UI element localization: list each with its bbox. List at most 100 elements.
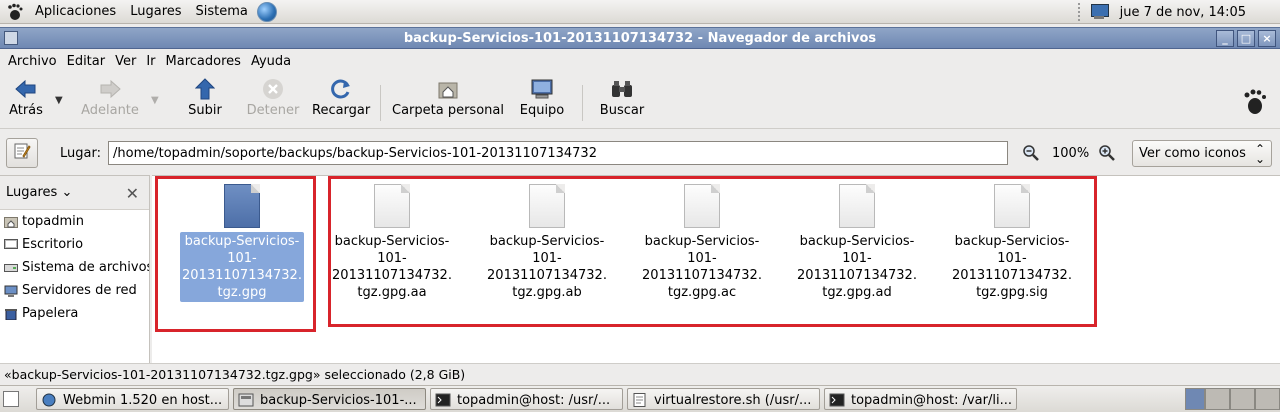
window-menu-icon[interactable]: [4, 31, 18, 45]
bottom-panel: Webmin 1.520 en host... backup-Servicios…: [0, 385, 1280, 412]
zoom-in-icon[interactable]: [1098, 144, 1116, 162]
view-mode-select[interactable]: Ver como iconos ⌃ ⌄: [1132, 140, 1272, 167]
sidebar-item-sistema-de-archivos[interactable]: Sistema de archivos: [0, 256, 149, 279]
up-label: Subir: [188, 103, 222, 118]
workspace-3[interactable]: [1230, 388, 1255, 410]
window-titlebar[interactable]: backup-Servicios-101-20131107134732 - Na…: [0, 27, 1280, 49]
menu-ir[interactable]: Ir: [142, 54, 159, 69]
taskbar-item[interactable]: topadmin@host: /var/li...: [824, 388, 1017, 410]
search-button[interactable]: Buscar: [598, 77, 646, 125]
reload-button[interactable]: Recargar: [312, 77, 370, 125]
toolbar-separator: [582, 85, 583, 121]
up-button[interactable]: Subir: [186, 77, 224, 125]
taskbar-item-label: virtualrestore.sh (/usr/...: [654, 392, 812, 408]
workspace-4[interactable]: [1255, 388, 1280, 410]
toolbar-separator: [380, 85, 381, 121]
sidebar-item-label: Papelera: [22, 306, 79, 321]
binoculars-icon: [598, 77, 646, 101]
home-folder-label: Carpeta personal: [392, 103, 504, 118]
sidebar-item-servidores-de-red[interactable]: Servidores de red: [0, 279, 149, 302]
zoom-out-icon[interactable]: [1022, 144, 1040, 162]
arrow-up-icon: [186, 77, 224, 101]
home-folder-button[interactable]: Carpeta personal: [392, 77, 504, 125]
network-status-icon[interactable]: [1088, 3, 1110, 21]
file-icon-view[interactable]: backup-Servicios- 101- 20131107134732. tgz.…: [152, 175, 1280, 363]
reload-label: Recargar: [312, 103, 371, 118]
back-button[interactable]: Atrás: [6, 77, 46, 125]
terminal-icon: [829, 393, 845, 407]
forward-button[interactable]: Adelante: [78, 77, 142, 125]
location-label: Lugar:: [60, 146, 101, 161]
computer-icon: [518, 77, 566, 101]
taskbar-item-label: backup-Servicios-101-...: [260, 392, 417, 408]
network-icon: [4, 285, 18, 297]
taskbar-item-label: topadmin@host: /var/li...: [851, 392, 1012, 408]
home-folder-icon: [392, 77, 504, 101]
menu-lugares[interactable]: Lugares: [123, 4, 188, 19]
harddisk-icon: [4, 262, 18, 274]
view-mode-value: Ver como iconos: [1139, 146, 1246, 161]
taskbar-item[interactable]: backup-Servicios-101-...: [233, 388, 426, 410]
back-label: Atrás: [9, 103, 43, 118]
sidebar-header: Lugares ⌄ ✕: [0, 176, 149, 210]
sidebar-item-topadmin[interactable]: topadmin: [0, 210, 149, 233]
location-input[interactable]: [108, 141, 1008, 165]
clock[interactable]: jue 7 de nov, 14:05: [1120, 5, 1246, 20]
workspace-1[interactable]: [1185, 388, 1205, 410]
location-bar: Lugar: 100% Ver como iconos ⌃⌄: [0, 131, 1280, 175]
search-label: Buscar: [599, 103, 645, 118]
menubar: Archivo Editar Ver Ir Marcadores Ayuda: [0, 50, 1280, 72]
desktop-folder-icon: [4, 238, 18, 251]
sidebar-item-label: topadmin: [22, 214, 85, 229]
highlight-box-parts: [328, 176, 1097, 327]
sidebar-item-label: Escritorio: [22, 237, 84, 252]
close-window-button[interactable]: ×: [1258, 30, 1276, 47]
stop-label: Detener: [246, 103, 300, 118]
menu-editar[interactable]: Editar: [63, 54, 110, 69]
panel-separator: [1077, 3, 1082, 21]
taskbar-item-label: Webmin 1.520 en host...: [63, 392, 223, 408]
sidebar-type-selector[interactable]: Lugares ⌄: [6, 185, 72, 200]
stop-icon: [246, 77, 300, 101]
web-browser-launcher-icon[interactable]: [256, 1, 277, 22]
computer-label: Equipo: [519, 103, 565, 118]
updown-arrow-icon: ⌃ ⌄: [1254, 142, 1265, 166]
menu-sistema[interactable]: Sistema: [189, 4, 255, 19]
forward-history-dropdown[interactable]: ▼: [151, 95, 159, 106]
menu-marcadores[interactable]: Marcadores: [162, 54, 245, 69]
menu-ayuda[interactable]: Ayuda: [247, 54, 295, 69]
minimize-button[interactable]: _: [1216, 30, 1234, 47]
chevron-down-icon: ⌄: [57, 185, 73, 200]
stop-button[interactable]: Detener: [246, 77, 300, 125]
gnome-foot-icon[interactable]: [4, 2, 26, 22]
terminal-icon: [435, 393, 451, 407]
menu-archivo[interactable]: Archivo: [4, 54, 61, 69]
close-sidebar-icon[interactable]: ✕: [126, 184, 139, 203]
forward-label: Adelante: [81, 103, 139, 118]
computer-button[interactable]: Equipo: [518, 77, 566, 125]
sidebar-item-papelera[interactable]: Papelera: [0, 302, 149, 325]
taskbar-item[interactable]: virtualrestore.sh (/usr/...: [627, 388, 820, 410]
sidebar-item-escritorio[interactable]: Escritorio: [0, 233, 149, 256]
workspace-2[interactable]: [1205, 388, 1230, 410]
toggle-location-entry-button[interactable]: [6, 138, 38, 168]
back-history-dropdown[interactable]: ▼: [55, 95, 63, 106]
top-panel: Aplicaciones Lugares Sistema jue 7 de no…: [0, 0, 1280, 24]
sidebar-item-label: Servidores de red: [22, 283, 137, 298]
file-manager-icon: [238, 393, 254, 407]
reload-icon: [312, 77, 370, 101]
menu-aplicaciones[interactable]: Aplicaciones: [28, 4, 123, 19]
zoom-level[interactable]: 100%: [1052, 146, 1089, 161]
taskbar-item[interactable]: topadmin@host: /usr/...: [430, 388, 623, 410]
menu-ver[interactable]: Ver: [111, 54, 140, 69]
trash-icon: [4, 308, 18, 320]
status-text: «backup-Servicios-101-20131107134732.tgz…: [4, 367, 466, 382]
window-title: backup-Servicios-101-20131107134732 - Na…: [403, 30, 877, 46]
status-bar: «backup-Servicios-101-20131107134732.tgz…: [0, 363, 1280, 385]
show-desktop-icon[interactable]: [3, 391, 19, 407]
taskbar-item-label: topadmin@host: /usr/...: [457, 392, 611, 408]
edit-location-icon: [13, 142, 31, 164]
highlight-box-selected: [155, 176, 316, 332]
maximize-button[interactable]: □: [1237, 30, 1255, 47]
taskbar-item[interactable]: Webmin 1.520 en host...: [36, 388, 229, 410]
